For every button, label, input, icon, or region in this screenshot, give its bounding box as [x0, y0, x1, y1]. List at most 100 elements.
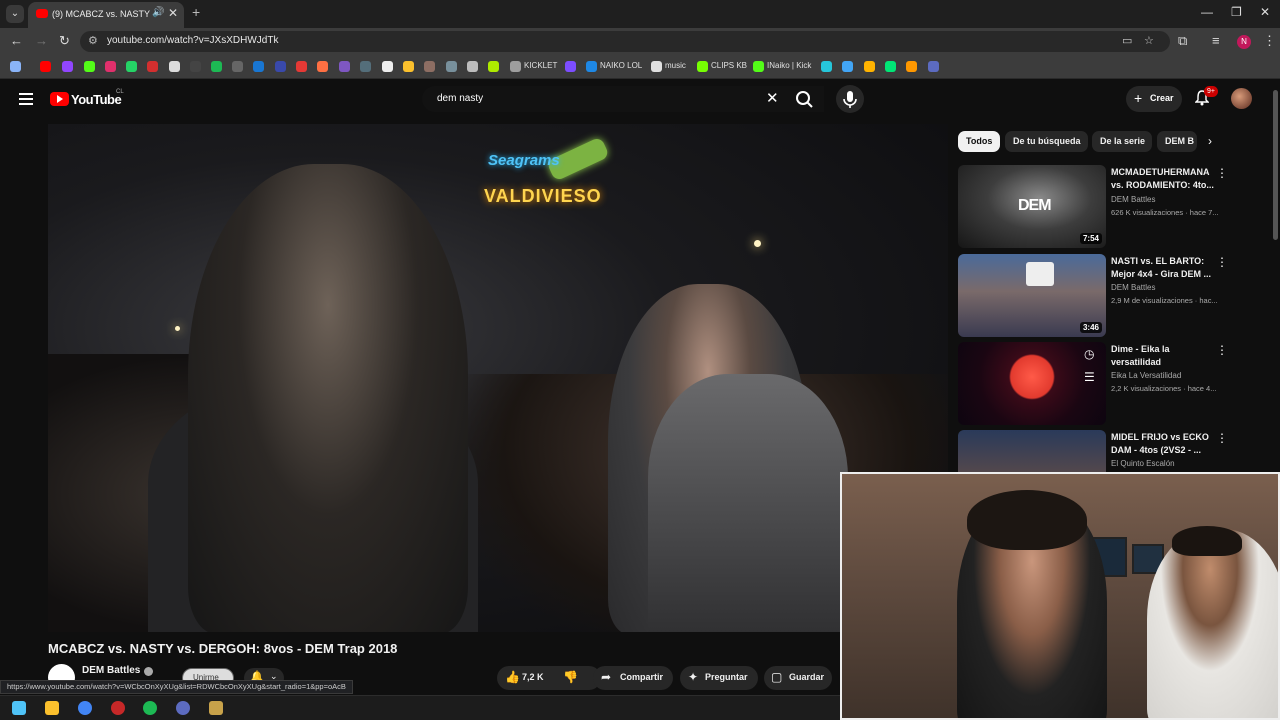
kick-bookmark-icon[interactable] — [84, 61, 95, 72]
rec-channel-name[interactable]: Eika La Versatilidad — [1111, 371, 1181, 380]
dislike-icon[interactable]: 👎 — [563, 670, 578, 684]
menu-icon[interactable] — [19, 93, 33, 105]
video-thumbnail[interactable] — [958, 430, 1106, 472]
bookmark-icon[interactable] — [565, 61, 576, 72]
page-scrollbar[interactable] — [1273, 90, 1278, 240]
clear-search-icon[interactable]: ✕ — [766, 89, 779, 107]
youtube-logo-text[interactable]: YouTube — [71, 92, 122, 107]
reload-icon[interactable]: ↻ — [59, 33, 70, 49]
bookmark-icon[interactable] — [446, 61, 457, 72]
bookmark-kicklet[interactable]: KICKLET — [524, 61, 557, 70]
list-item[interactable]: 3:46 NASTI vs. EL BARTO: Mejor 4x4 - Gir… — [958, 254, 1238, 339]
close-tab-icon[interactable]: ✕ — [168, 6, 178, 20]
list-item[interactable]: ◷ ☰ Dime - Eika la versatilidad Eika La … — [958, 342, 1238, 427]
share-button[interactable]: ➦ Compartir — [593, 666, 673, 690]
kick-bookmark-icon[interactable] — [753, 61, 764, 72]
address-bar[interactable]: ⚙ youtube.com/watch?v=JXsXDHWJdTk ▭ ☆ — [80, 31, 1170, 52]
bookmark-icon[interactable] — [360, 61, 371, 72]
like-count[interactable]: 7,2 K — [522, 672, 544, 682]
youtube-logo-icon[interactable] — [50, 92, 69, 106]
bookmark-naiko-kick[interactable]: INaiko | Kick — [767, 61, 811, 70]
bookmark-icon[interactable] — [821, 61, 832, 72]
channel-name[interactable]: DEM Battles — [82, 665, 140, 676]
back-icon[interactable]: ← — [10, 33, 23, 48]
bookmark-icon[interactable] — [928, 61, 939, 72]
bookmark-icon[interactable] — [842, 61, 853, 72]
rec-channel-name[interactable]: El Quinto Escalón — [1111, 459, 1175, 468]
league-of-legends-icon[interactable] — [209, 701, 223, 715]
bookmark-icon[interactable] — [296, 61, 307, 72]
browser-tab-active[interactable]: (9) MCABCZ vs. NASTY vs. DERGOH 🔊 ✕ — [28, 2, 184, 28]
bookmark-music[interactable]: music — [665, 61, 686, 70]
list-item[interactable]: DEM 7:54 MCMADETUHERMANA vs. RODAMIENTO:… — [958, 165, 1238, 250]
x-bookmark-icon[interactable] — [169, 61, 180, 72]
bookmark-icon[interactable] — [275, 61, 286, 72]
save-button[interactable]: ▢ Guardar — [764, 666, 832, 690]
twitch-bookmark-icon[interactable] — [62, 61, 73, 72]
watch-later-icon[interactable]: ◷ — [1084, 347, 1094, 361]
bookmark-naiko-lol[interactable]: NAIKO LOL — [600, 61, 642, 70]
spotify-bookmark-icon[interactable] — [211, 61, 222, 72]
bookmark-icon[interactable] — [467, 61, 478, 72]
chrome-icon[interactable] — [78, 701, 92, 715]
instagram-bookmark-icon[interactable] — [105, 61, 116, 72]
forward-icon[interactable]: → — [35, 33, 48, 48]
windows-start-icon[interactable] — [12, 701, 26, 715]
more-options-icon[interactable]: ⋮ — [1216, 431, 1228, 445]
restore-icon[interactable]: ❐ — [1231, 5, 1242, 19]
cast-icon[interactable]: ▭ — [1122, 34, 1132, 47]
add-to-queue-icon[interactable]: ☰ — [1084, 370, 1095, 384]
discord-icon[interactable] — [176, 701, 190, 715]
create-button[interactable]: + Crear — [1126, 86, 1182, 112]
bookmark-icon[interactable] — [403, 61, 414, 72]
rec-video-title[interactable]: MIDEL FRIJO vs ECKO DAM - 4tos (2VS2 - .… — [1111, 431, 1217, 457]
bookmark-icon[interactable] — [232, 61, 243, 72]
account-avatar[interactable] — [1231, 88, 1252, 109]
file-explorer-icon[interactable] — [45, 701, 59, 715]
apps-grid-icon[interactable] — [10, 61, 21, 72]
bookmark-icon[interactable] — [253, 61, 264, 72]
bookmark-icon[interactable] — [339, 61, 350, 72]
minimize-icon[interactable]: — — [1201, 5, 1213, 19]
browser-menu-icon[interactable]: ⋮ — [1263, 33, 1276, 49]
new-tab-icon[interactable]: + — [192, 4, 200, 20]
search-button[interactable] — [787, 86, 823, 112]
bookmark-icon[interactable] — [317, 61, 328, 72]
media-control-icon[interactable]: ≡ — [1212, 33, 1220, 48]
video-thumbnail[interactable]: 3:46 — [958, 254, 1106, 337]
youtube-bookmark-icon[interactable] — [40, 61, 51, 72]
bookmark-clips-kb[interactable]: CLIPS KB — [711, 61, 747, 70]
clips-kb-bookmark-icon[interactable] — [697, 61, 708, 72]
bookmark-star-icon[interactable]: ☆ — [1144, 34, 1154, 47]
speaker-icon[interactable]: 🔊 — [152, 7, 164, 18]
site-info-icon[interactable]: ⚙ — [88, 34, 98, 47]
list-item[interactable]: MIDEL FRIJO vs ECKO DAM - 4tos (2VS2 - .… — [958, 430, 1238, 472]
bookmark-icon[interactable] — [864, 61, 875, 72]
search-input[interactable]: dem nasty ✕ — [422, 86, 824, 112]
rec-video-title[interactable]: Dime - Eika la versatilidad — [1111, 343, 1217, 369]
voice-search-button[interactable] — [836, 85, 864, 113]
chip-de-tu-busqueda[interactable]: De tu búsqueda — [1005, 131, 1088, 152]
bookmark-icon[interactable] — [147, 61, 158, 72]
chip-dem[interactable]: DEM B — [1157, 131, 1197, 152]
like-icon[interactable]: 👍 — [505, 670, 520, 684]
url-text[interactable]: youtube.com/watch?v=JXsXDHWJdTk — [107, 35, 278, 46]
profile-avatar[interactable]: N — [1237, 35, 1251, 49]
bookmark-icon[interactable] — [906, 61, 917, 72]
music-bookmark-icon[interactable] — [651, 61, 662, 72]
bookmark-icon[interactable] — [885, 61, 896, 72]
naiko-lol-bookmark-icon[interactable] — [586, 61, 597, 72]
close-window-icon[interactable]: ✕ — [1260, 5, 1270, 19]
bookmark-icon[interactable] — [488, 61, 499, 72]
kicklet-bookmark-icon[interactable] — [510, 61, 521, 72]
more-options-icon[interactable]: ⋮ — [1216, 343, 1228, 357]
chip-de-la-serie[interactable]: De la serie — [1092, 131, 1152, 152]
rec-video-title[interactable]: NASTI vs. EL BARTO: Mejor 4x4 - Gira DEM… — [1111, 255, 1217, 281]
tab-search-button[interactable]: ⌄ — [6, 5, 24, 23]
video-thumbnail[interactable]: DEM 7:54 — [958, 165, 1106, 248]
more-options-icon[interactable]: ⋮ — [1216, 166, 1228, 180]
rec-video-title[interactable]: MCMADETUHERMANA vs. RODAMIENTO: 4to... — [1111, 166, 1217, 192]
more-options-icon[interactable]: ⋮ — [1216, 255, 1228, 269]
extensions-icon[interactable]: ⧉ — [1178, 33, 1187, 49]
chevron-right-icon[interactable]: › — [1200, 131, 1220, 152]
